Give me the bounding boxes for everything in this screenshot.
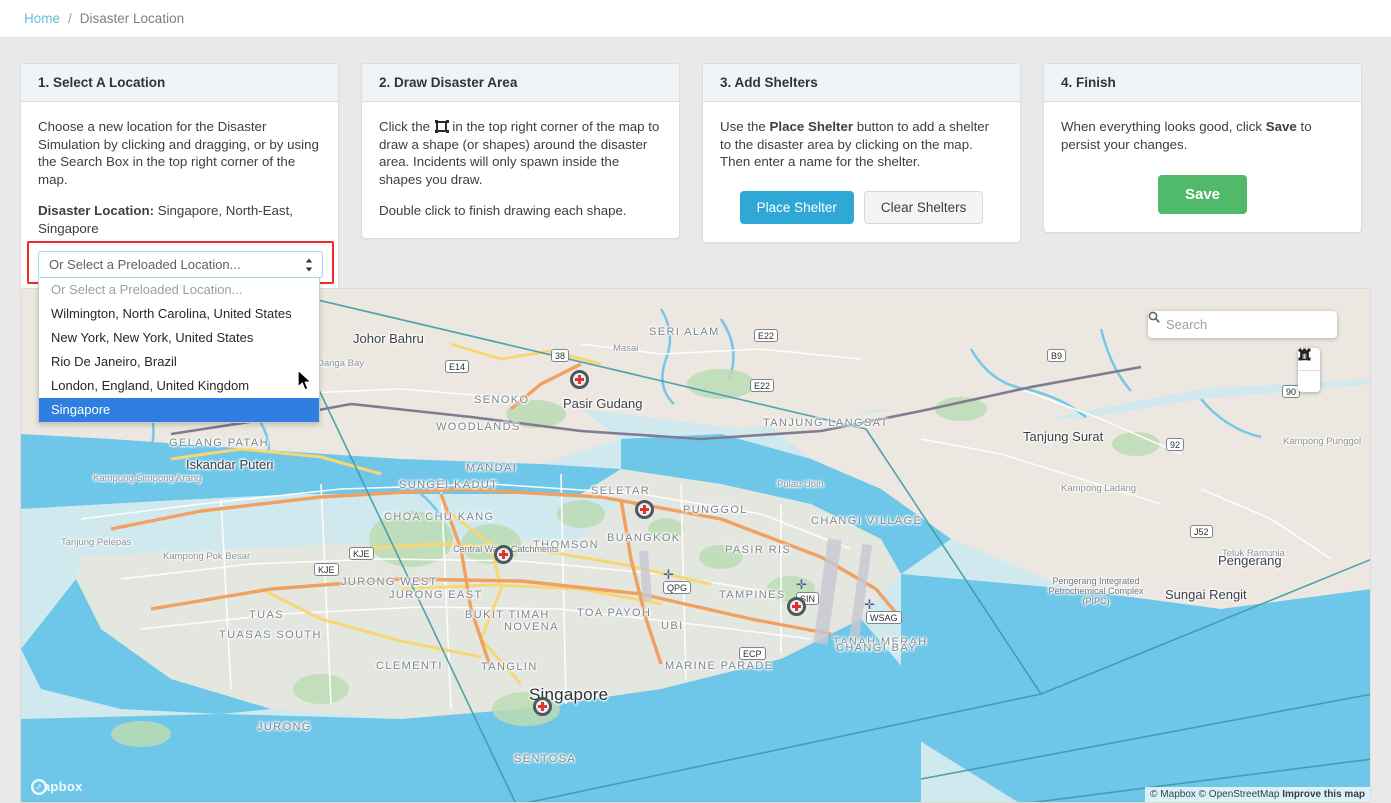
map-search-box[interactable] (1148, 311, 1344, 338)
disaster-location-line: Disaster Location: Singapore, North-East… (38, 202, 321, 237)
shelter-marker[interactable] (570, 370, 589, 389)
card-select-location: 1. Select A Location Choose a new locati… (20, 63, 339, 424)
dropdown-option[interactable]: Wilmington, North Carolina, United State… (39, 302, 319, 326)
airport-marker-icon: ✛ (663, 567, 674, 582)
breadcrumb-separator: / (68, 11, 72, 26)
trash-icon (1299, 348, 1310, 361)
card-select-location-title: 1. Select A Location (21, 64, 338, 102)
road-shield-label: J52 (1190, 525, 1213, 538)
card-draw-disaster-area: 2. Draw Disaster Area Click the in the t… (361, 63, 680, 239)
map-search-input[interactable] (1164, 316, 1344, 333)
save-button[interactable]: Save (1157, 175, 1248, 215)
add-shelters-text-before: Use the (720, 119, 766, 134)
place-shelter-button[interactable]: Place Shelter (739, 190, 854, 224)
road-shield-label: KJE (349, 547, 374, 560)
delete-shape-button[interactable] (1298, 348, 1320, 392)
add-shelters-text-bold: Place Shelter (769, 119, 854, 134)
disaster-location-label: Disaster Location: (38, 203, 155, 219)
road-shield-label: KJE (314, 563, 339, 576)
finish-instructions: When everything looks good, click Save t… (1061, 118, 1344, 153)
search-icon (1148, 311, 1160, 323)
shelter-marker[interactable] (494, 545, 513, 564)
road-shield-label: E14 (445, 360, 470, 373)
clear-shelters-button[interactable]: Clear Shelters (863, 190, 984, 224)
dropdown-option[interactable]: London, England, United Kingdom (39, 374, 319, 398)
map-attribution: © Mapbox © OpenStreetMap Improve this ma… (1145, 787, 1370, 802)
card-finish-title: 4. Finish (1044, 64, 1361, 102)
chevron-updown-icon (305, 258, 313, 272)
road-shield-label: 38 (551, 349, 570, 362)
mapbox-logo[interactable]: mapbox (31, 779, 83, 795)
shelter-buttons-row: Place Shelter Clear Shelters (720, 190, 1003, 224)
map-draw-tools (1298, 348, 1320, 392)
select-location-instructions: Choose a new location for the Disaster S… (38, 119, 319, 187)
card-draw-area-title: 2. Draw Disaster Area (362, 64, 679, 102)
draw-polygon-icon (434, 120, 447, 133)
shelter-cross-icon (538, 702, 547, 711)
preloaded-location-select-value: Or Select a Preloaded Location... (49, 257, 241, 273)
shelter-cross-icon (575, 375, 584, 384)
dropdown-option[interactable]: Singapore (39, 398, 319, 423)
shelter-cross-icon (640, 505, 649, 514)
road-shield-label: ECP (739, 647, 766, 660)
improve-map-link[interactable]: Improve this map (1282, 789, 1365, 800)
shelter-marker[interactable] (787, 597, 806, 616)
card-add-shelters-title: 3. Add Shelters (703, 64, 1020, 102)
preloaded-location-select[interactable]: Or Select a Preloaded Location... (38, 251, 323, 279)
road-shield-label: B9 (1047, 349, 1067, 362)
dropdown-option[interactable]: Rio De Janeiro, Brazil (39, 350, 319, 374)
dropdown-option[interactable]: New York, New York, United States (39, 326, 319, 350)
card-finish: 4. Finish When everything looks good, cl… (1043, 63, 1362, 234)
breadcrumb-current: Disaster Location (79, 11, 185, 26)
card-finish-body: When everything looks good, click Save t… (1044, 102, 1361, 232)
shelter-marker[interactable] (533, 697, 552, 716)
shelter-cross-icon (792, 602, 801, 611)
step-cards-row: 1. Select A Location Choose a new locati… (20, 63, 1371, 424)
breadcrumb: Home / Disaster Location (0, 0, 1391, 38)
attribution-text: © Mapbox © OpenStreetMap (1150, 789, 1280, 800)
road-shield-label: E22 (754, 329, 779, 342)
save-button-row: Save (1061, 175, 1344, 215)
card-draw-area-body: Click the in the top right corner of the… (362, 102, 679, 238)
mapbox-mark-icon (31, 779, 47, 795)
airport-marker-icon: ✛ (796, 577, 807, 592)
road-shield-label: E22 (750, 379, 775, 392)
shelter-marker[interactable] (635, 500, 654, 519)
finish-text-before: When everything looks good, click (1061, 119, 1263, 134)
draw-area-instructions: Click the in the top right corner of the… (379, 118, 662, 188)
card-select-location-body: Choose a new location for the Disaster S… (21, 102, 338, 424)
add-shelters-instructions: Use the Place Shelter button to add a sh… (720, 118, 1003, 171)
draw-area-second-paragraph: Double click to finish drawing each shap… (379, 203, 627, 219)
dropdown-option[interactable]: Or Select a Preloaded Location... (39, 278, 319, 302)
airport-marker-icon: ✛ (864, 597, 875, 612)
card-add-shelters-body: Use the Place Shelter button to add a sh… (703, 102, 1020, 242)
road-shield-label: 92 (1166, 438, 1185, 451)
finish-text-bold: Save (1265, 119, 1297, 134)
breadcrumb-home-link[interactable]: Home (24, 11, 60, 26)
card-add-shelters: 3. Add Shelters Use the Place Shelter bu… (702, 63, 1021, 243)
draw-area-text-before: Click the (379, 119, 430, 134)
preloaded-location-select-wrap: Or Select a Preloaded Location... Or Sel… (27, 241, 334, 424)
preloaded-location-dropdown[interactable]: Or Select a Preloaded Location... Wilming… (38, 278, 320, 424)
shelter-cross-icon (499, 550, 508, 559)
